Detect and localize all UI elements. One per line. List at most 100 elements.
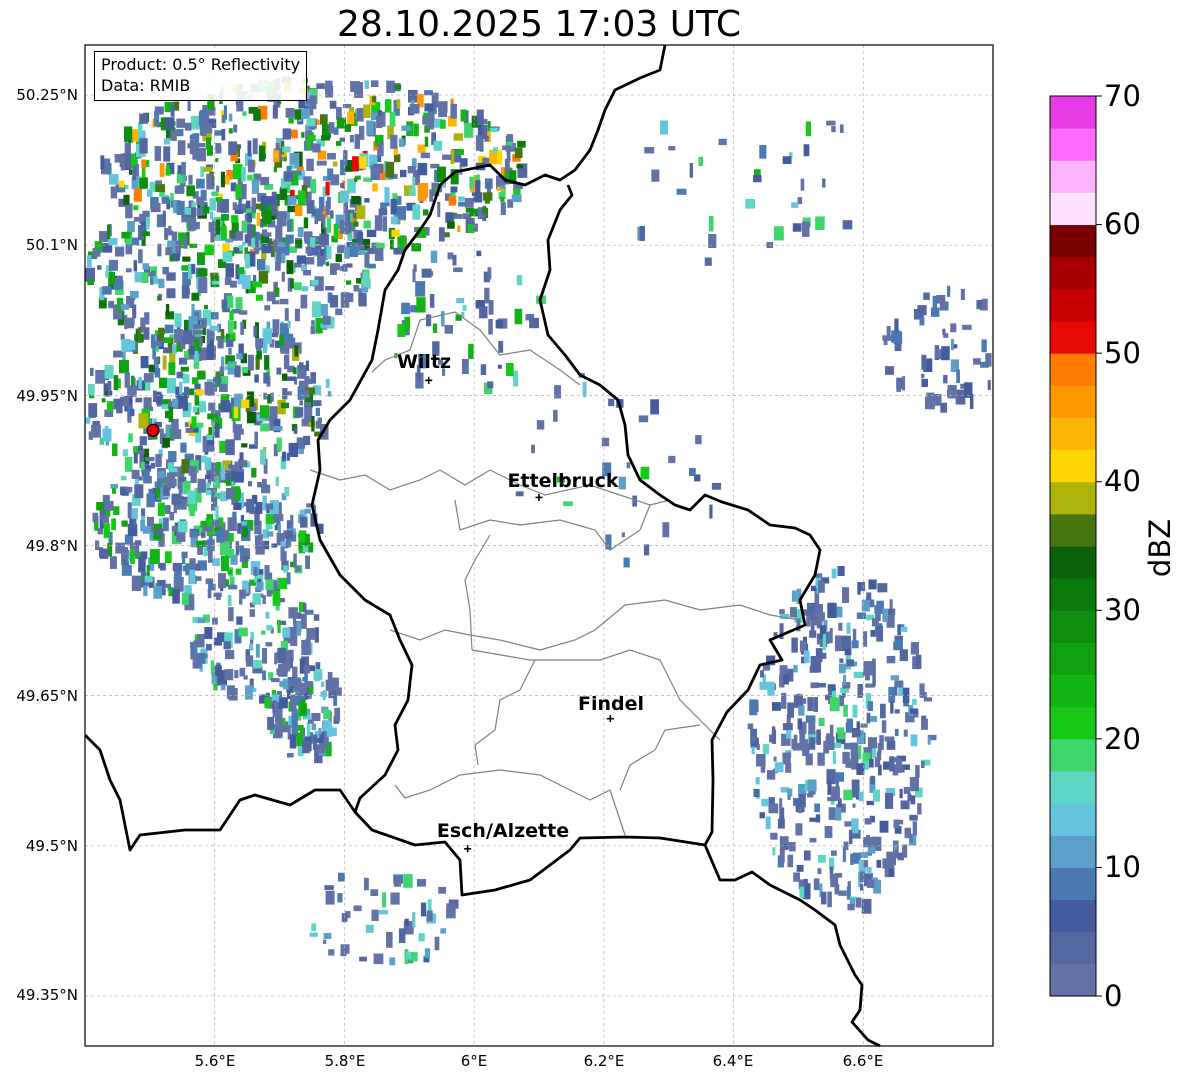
echo-cell [148,272,156,277]
echo-cell [770,832,778,840]
echo-cell [318,673,322,679]
echo-cell [191,530,198,535]
echo-cell [139,436,147,446]
echo-cell [218,573,226,589]
echo-cell [239,545,245,553]
echo-cell [283,565,288,573]
echo-cell [294,308,300,322]
echo-cell [228,347,232,355]
echo-cell [359,125,365,140]
echo-cell [973,358,981,365]
echo-cell [876,859,882,868]
echo-cell [332,263,340,271]
echo-cell [375,242,385,249]
echo-cell [165,168,171,176]
echo-cell [267,531,274,537]
echo-cell [311,723,317,731]
echo-cell [248,106,259,114]
echo-cell [289,695,297,710]
echo-cell [947,385,957,399]
colorbar-segment [1050,899,1096,933]
echo-cell [444,324,454,334]
echo-cell [282,451,287,462]
echo-cell [668,455,676,464]
echo-cell [167,462,174,471]
echo-cell [799,732,806,746]
echo-cell [113,506,120,516]
echo-cell [264,355,270,370]
echo-cell [195,641,202,647]
echo-cell [353,905,362,912]
echo-cell [855,897,862,908]
echo-cell [317,417,323,424]
echo-cell [884,793,894,809]
echo-cell [468,343,474,359]
echo-cell [322,315,331,325]
echo-cell [358,292,367,307]
echo-cell [265,513,275,525]
echo-cell [881,720,887,733]
echo-cell [803,144,810,157]
echo-cell [371,96,377,103]
echo-cell [514,308,523,325]
echo-cell [162,438,170,448]
echo-cell [168,406,174,423]
echo-cell [256,350,262,360]
echo-cell [202,206,210,214]
colorbar-segment [1050,931,1096,965]
echo-cell [202,436,208,452]
echo-cell [382,892,387,908]
echo-cell [265,579,274,591]
echo-cell [760,765,766,773]
echo-cell [301,418,309,427]
echo-cell [333,223,339,240]
echo-cell [563,501,573,506]
lat-tick-label: 49.65°N [16,687,78,705]
echo-cell [241,443,248,448]
echo-cell [256,259,266,271]
echo-cell [374,215,383,231]
echo-cell [284,308,289,321]
echo-cell [162,517,169,532]
echo-cell [920,692,927,698]
echo-cell [424,103,434,112]
echo-cell [782,752,791,765]
echo-cell [806,602,816,613]
echo-cell [894,728,899,737]
echo-cell [144,312,150,325]
echo-cell [306,118,316,127]
echo-cell [91,425,101,438]
echo-cell [157,243,162,257]
echo-cell [847,903,855,911]
echo-cell [424,948,431,959]
echo-cell [145,456,155,462]
echo-cell [886,655,896,664]
echo-cell [514,147,523,159]
echo-cell [254,374,259,383]
echo-cell [487,381,494,389]
echo-cell [349,134,354,143]
echo-cell [481,124,488,140]
echo-cell [87,279,94,286]
echo-cell [623,557,630,568]
echo-cell [175,240,181,253]
echo-cell [925,396,935,410]
city-marker [606,715,614,723]
echo-cell [448,196,457,206]
echo-cell [875,613,881,622]
echo-cell [263,331,272,344]
colorbar-segment [1050,321,1096,354]
echo-cell [198,277,208,294]
echo-cell [852,803,856,808]
echo-cell [165,304,170,316]
echo-cell [438,886,447,894]
echo-cell [863,860,869,868]
echo-cell [247,354,254,371]
echo-cell [329,295,339,308]
echo-cell [178,482,183,494]
echo-cell [233,320,237,330]
echo-cell [417,162,428,176]
echo-cell [774,762,784,773]
colorbar-tick-label: 50 [1104,336,1141,370]
echo-cell [438,227,445,242]
